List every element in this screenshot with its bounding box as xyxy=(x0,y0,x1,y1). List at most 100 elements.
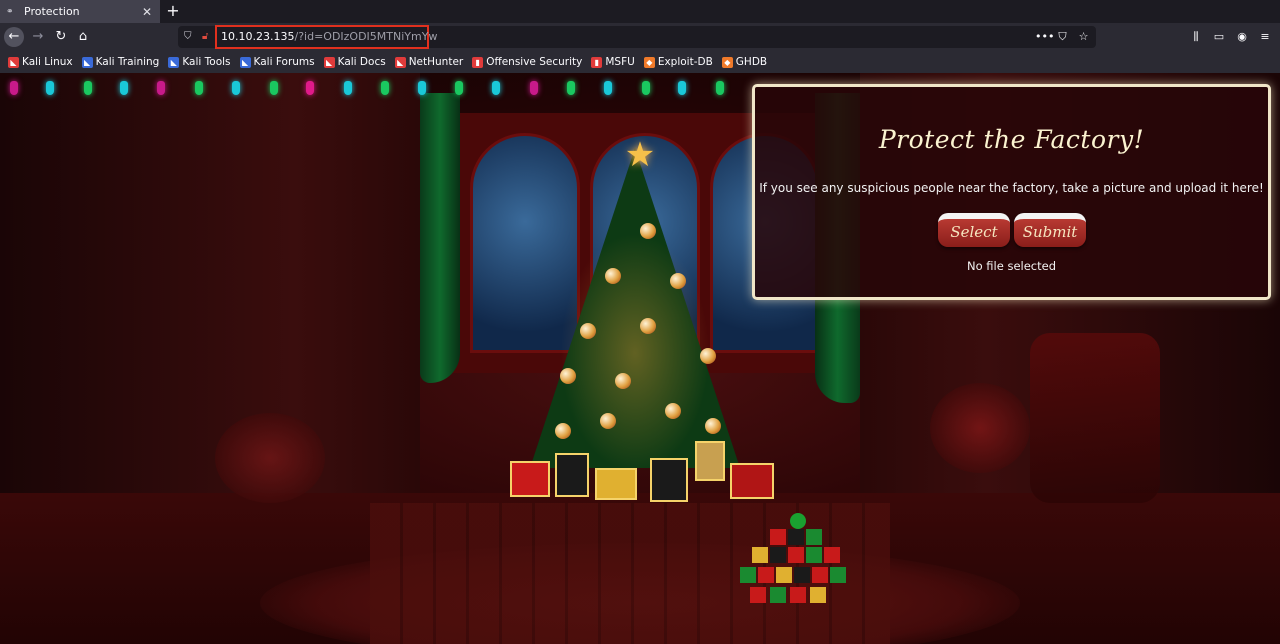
tree-ornament xyxy=(640,223,656,239)
kali-icon: ◣ xyxy=(8,56,19,68)
background-side-table-right xyxy=(930,383,1030,473)
toy-block xyxy=(740,567,756,583)
tree-ornament xyxy=(615,373,631,389)
gift-box xyxy=(650,458,688,502)
submit-button[interactable]: Submit xyxy=(1014,213,1086,247)
bookmark-star-icon[interactable]: ☆ xyxy=(1077,29,1090,45)
bookmark-label: Kali Forums xyxy=(253,56,315,68)
light-bulb xyxy=(157,81,165,95)
forward-button[interactable]: → xyxy=(28,27,48,47)
gift-box xyxy=(730,463,774,499)
tab-favicon-icon: ⚭ xyxy=(6,6,14,17)
tree-ornament xyxy=(560,368,576,384)
bookmark-label: Exploit-DB xyxy=(657,56,713,68)
light-bulb xyxy=(418,81,426,95)
tab-strip: ⚭ Protection ✕ + xyxy=(0,0,1280,23)
page-title: Protect the Factory! xyxy=(878,125,1145,154)
insecure-connection-icon[interactable]: 🔓︎ xyxy=(202,30,214,44)
address-bar[interactable]: ⛉ 🔓︎ 10.10.23.135/?id=ODIzODI5MTNiYmYw •… xyxy=(178,25,1096,49)
light-bulb xyxy=(306,81,314,95)
file-status-text: No file selected xyxy=(966,259,1056,273)
url-path: /?id=ODIzODI5MTNiYmYw xyxy=(294,30,438,43)
gift-box xyxy=(555,453,589,497)
tree-ornament xyxy=(670,273,686,289)
new-tab-button[interactable]: + xyxy=(164,1,182,21)
app-menu-icon[interactable]: ≡ xyxy=(1258,27,1272,47)
background-curtain-left xyxy=(420,93,460,383)
gift-box xyxy=(510,461,550,497)
tracking-protection-shield-icon[interactable]: ⛉ xyxy=(184,30,196,44)
toy-block xyxy=(830,567,846,583)
kali-docs-icon: ◣ xyxy=(323,56,335,68)
toy-block xyxy=(788,529,804,545)
toy-block xyxy=(776,567,792,583)
kali-tools-icon: ◣ xyxy=(168,56,180,68)
ghdb-icon: ◆ xyxy=(721,56,733,68)
url-host: 10.10.23.135 xyxy=(221,30,295,43)
account-icon[interactable]: ◉ xyxy=(1235,27,1249,47)
sidebar-icon[interactable]: ▭ xyxy=(1212,27,1226,47)
toy-block xyxy=(770,529,786,545)
toy-block xyxy=(806,547,822,563)
light-bulb xyxy=(195,81,203,95)
pocket-icon[interactable]: ⛉ xyxy=(1056,29,1069,45)
light-bulb xyxy=(120,81,128,95)
bookmark-exploit-db[interactable]: ◆ Exploit-DB xyxy=(643,56,713,68)
bookmark-nethunter[interactable]: ◣ NetHunter xyxy=(394,56,464,68)
page-actions-menu-icon[interactable]: ••• xyxy=(1035,29,1054,45)
tab-protection[interactable]: ⚭ Protection ✕ xyxy=(0,0,160,23)
toy-block xyxy=(790,513,806,529)
upload-instructions: If you see any suspicious people near th… xyxy=(759,181,1264,195)
background-side-table-left xyxy=(215,413,325,503)
light-bulb xyxy=(270,81,278,95)
tree-ornament xyxy=(700,348,716,364)
toy-block xyxy=(790,587,806,603)
toy-block xyxy=(758,567,774,583)
toy-block xyxy=(750,587,766,603)
light-bulb xyxy=(678,81,686,95)
bookmark-offensive-security[interactable]: ▮ Offensive Security xyxy=(472,56,582,68)
light-bulb xyxy=(46,81,54,95)
light-bulb xyxy=(10,81,18,95)
toy-block xyxy=(770,587,786,603)
bookmark-kali-docs[interactable]: ◣ Kali Docs xyxy=(323,56,386,68)
page-content: ★ Protect the Factory! If you see any su… xyxy=(0,73,1280,644)
toy-block xyxy=(810,587,826,603)
tree-ornament xyxy=(605,268,621,284)
light-bulb xyxy=(530,81,538,95)
kali-training-icon: ◣ xyxy=(81,56,93,68)
url-text[interactable]: 10.10.23.135/?id=ODIzODI5MTNiYmYw xyxy=(221,30,437,43)
bookmarks-toolbar: ◣ Kali Linux ◣ Kali Training ◣ Kali Tools ◣… xyxy=(0,51,1280,73)
bookmark-kali-linux[interactable]: ◣ Kali Linux xyxy=(8,56,73,68)
bookmark-label: GHDB xyxy=(735,56,768,68)
library-icon[interactable]: ⫼ xyxy=(1189,27,1203,47)
light-bulb xyxy=(455,81,463,95)
upload-panel: Protect the Factory! If you see any susp… xyxy=(752,84,1271,300)
tree-ornament xyxy=(580,323,596,339)
toy-block xyxy=(812,567,828,583)
bookmark-ghdb[interactable]: ◆ GHDB xyxy=(721,56,768,68)
select-file-button[interactable]: Select xyxy=(938,213,1010,247)
bookmark-kali-training[interactable]: ◣ Kali Training xyxy=(81,56,159,68)
tab-title: Protection xyxy=(24,5,80,18)
bookmark-msfu[interactable]: ▮ MSFU xyxy=(591,56,635,68)
navigation-toolbar: ← → ↻ ⌂ ⛉ 🔓︎ 10.10.23.135/?id=ODIzODI5MT… xyxy=(0,23,1280,51)
tab-close-icon[interactable]: ✕ xyxy=(140,5,154,19)
light-bulb xyxy=(232,81,240,95)
background-armchair xyxy=(1030,333,1160,503)
light-bulb xyxy=(716,81,724,95)
bookmark-kali-forums[interactable]: ◣ Kali Forums xyxy=(239,56,315,68)
bookmark-label: NetHunter xyxy=(408,56,464,68)
back-button[interactable]: ← xyxy=(4,27,24,47)
offsec-icon: ▮ xyxy=(472,56,484,68)
nethunter-icon: ◣ xyxy=(394,56,406,68)
bookmark-kali-tools[interactable]: ◣ Kali Tools xyxy=(168,56,231,68)
toy-block xyxy=(788,547,804,563)
bookmark-label: Kali Tools xyxy=(182,56,231,68)
home-button[interactable]: ⌂ xyxy=(73,27,93,47)
light-bulb xyxy=(604,81,612,95)
reload-button[interactable]: ↻ xyxy=(51,27,71,47)
toolbar-right: ⫼ ▭ ◉ ≡ xyxy=(1189,27,1272,47)
light-bulb xyxy=(642,81,650,95)
kali-forums-icon: ◣ xyxy=(239,56,251,68)
